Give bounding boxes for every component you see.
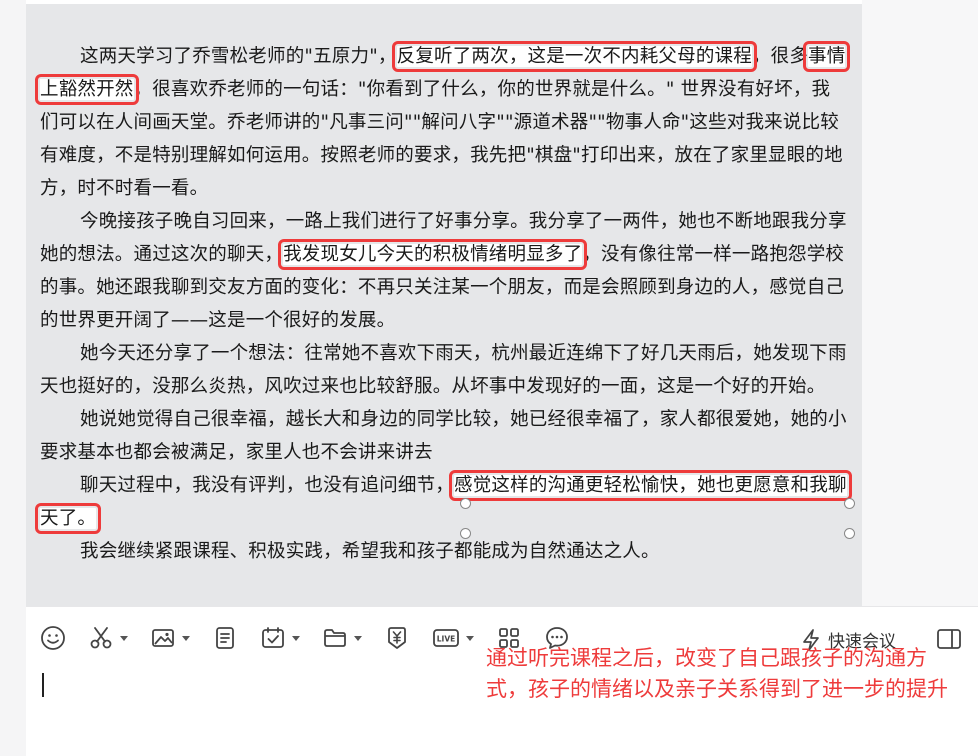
left-gutter <box>0 0 26 756</box>
message-bubble: 这两天学习了乔雪松老师的"五原力"，反复听了两次，这是一次不内耗父母的课程，很多… <box>26 4 862 606</box>
paragraph-text: ，很多 <box>751 46 809 67</box>
image-icon <box>152 629 174 647</box>
yen-icon <box>388 627 406 649</box>
screenshot-button[interactable] <box>88 625 128 651</box>
message-composer[interactable]: LIVE 快速会议 通过听完课程之后，改变了自己跟孩子的沟通方式，孩子的情绪以及… <box>26 606 978 756</box>
chevron-down-icon <box>120 635 128 641</box>
chevron-down-icon <box>354 635 362 641</box>
highlighted-phrase: 我发现女儿今天的积极情绪明显多了 <box>278 239 588 270</box>
folder-button[interactable] <box>322 625 362 651</box>
document-button[interactable] <box>212 625 238 651</box>
message-paragraph-2: 今晚接孩子晚自习回来，一路上我们进行了好事分享。我分享了一两件，她也不断地跟我分… <box>40 205 848 337</box>
highlighted-phrase: 反复听了两次，这是一次不内耗父母的课程 <box>391 41 757 72</box>
red-annotation-text: 通过听完课程之后，改变了自己跟孩子的沟通方式，孩子的情绪以及亲子关系得到了进一步… <box>486 646 948 701</box>
schedule-button[interactable] <box>260 625 300 651</box>
text-caret <box>42 673 44 697</box>
message-paragraph-5: 聊天过程中，我没有评判，也没有追问细节，感觉这样的沟通更轻松愉快，她也更愿意和我… <box>35 469 852 535</box>
live-button[interactable]: LIVE <box>432 625 474 651</box>
emoji-button[interactable] <box>40 625 66 651</box>
image-button[interactable] <box>150 625 190 651</box>
chevron-down-icon <box>292 635 300 641</box>
message-paragraph-3: 她今天还分享了一个想法：往常她不喜欢下雨天，杭州最近连绵下了好几天雨后，她发现下… <box>40 343 847 397</box>
chat-window: 这两天学习了乔雪松老师的"五原力"，反复听了两次，这是一次不内耗父母的课程，很多… <box>0 0 978 756</box>
paragraph-text: 这两天学习了乔雪松老师的"五原力"， <box>80 46 397 67</box>
chevron-down-icon <box>466 635 474 641</box>
selection-handle[interactable] <box>844 498 855 509</box>
red-packet-button[interactable] <box>384 625 410 651</box>
svg-text:LIVE: LIVE <box>437 635 456 644</box>
selection-handle[interactable] <box>460 528 471 539</box>
message-paragraph-4: 她说她觉得自己很幸福，越长大和身边的同学比较，她已经很幸福了，家人都很爱她，她的… <box>40 409 847 463</box>
selection-handle[interactable] <box>460 498 471 509</box>
right-gutter <box>862 0 978 606</box>
message-paragraph-6: 我会继续紧跟课程、积极实践，希望我和孩子都能成为自然通达之人。 <box>80 541 660 562</box>
document-icon <box>216 627 234 649</box>
emoji-icon <box>41 626 65 650</box>
message-paragraph-1: 这两天学习了乔雪松老师的"五原力"，反复听了两次，这是一次不内耗父母的课程，很多… <box>34 40 851 205</box>
chevron-down-icon <box>182 635 190 641</box>
scissors-icon <box>90 627 112 649</box>
calendar-check-icon <box>262 627 284 648</box>
paragraph-text: ，很喜欢乔老师的一句话："你看到了什么，你的世界就是什么。" 世界没有好坏，我们… <box>40 79 843 199</box>
folder-icon <box>324 629 346 647</box>
paragraph-text: 聊天过程中，我没有评判，也没有追问细节， <box>80 475 455 496</box>
selection-handle[interactable] <box>844 528 855 539</box>
live-icon: LIVE <box>433 629 459 647</box>
